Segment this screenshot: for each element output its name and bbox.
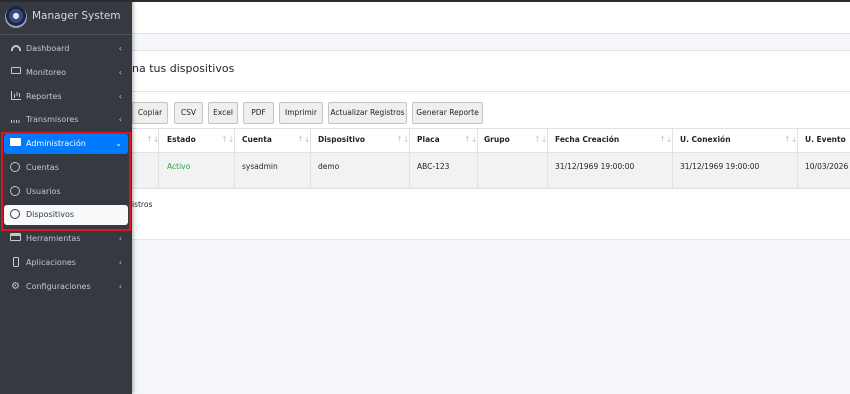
chevron-left-icon: ‹ (118, 234, 122, 243)
sidebar-item-label: Configuraciones (26, 282, 91, 291)
table-info: istros (132, 200, 153, 209)
main-content: na tus dispositivos Copiar CSV Excel PDF… (132, 2, 850, 394)
csv-button[interactable]: CSV (174, 102, 203, 124)
chevron-left-icon: ‹ (118, 92, 122, 101)
column-header-u-evento[interactable]: U. Evento (805, 135, 846, 144)
cell-u-conexion: 31/12/1969 19:00:00 (680, 162, 760, 171)
sort-icon[interactable]: ↑↓ (396, 135, 409, 144)
cell-u-evento: 10/03/2026 11 (805, 162, 850, 171)
column-header-u-conexion[interactable]: U. Conexión (680, 135, 731, 144)
excel-button[interactable]: Excel (208, 102, 238, 124)
circle-icon (10, 162, 20, 172)
column-header-placa[interactable]: Placa (417, 135, 440, 144)
sort-icon[interactable]: ↑↓ (659, 135, 672, 144)
cell-cuenta: sysadmin (242, 162, 278, 171)
copy-button[interactable]: Copiar (132, 102, 168, 124)
column-header-grupo[interactable]: Grupo (484, 135, 510, 144)
chevron-down-icon: ⌄ (115, 139, 122, 148)
logo-icon (5, 6, 27, 28)
sidebar-subitem-dispositivos[interactable]: Dispositivos (4, 205, 128, 225)
sidebar-subitem-cuentas[interactable]: Cuentas (4, 158, 128, 178)
generate-report-button[interactable]: Generar Reporte (412, 102, 483, 124)
chevron-left-icon: ‹ (118, 282, 122, 291)
sort-icon[interactable]: ↑↓ (146, 135, 159, 144)
sort-icon[interactable]: ↑↓ (784, 135, 797, 144)
sidebar-item-dashboard[interactable]: Dashboard ‹ (4, 39, 128, 59)
cell-fecha-creacion: 31/12/1969 19:00:00 (555, 162, 635, 171)
devices-card (132, 50, 850, 240)
column-header-cuenta[interactable]: Cuenta (242, 135, 272, 144)
desktop-icon (10, 67, 21, 78)
brand-link[interactable]: Manager System (0, 0, 132, 35)
sidebar-item-label: Reportes (26, 92, 62, 101)
top-navbar (132, 2, 850, 34)
brand-text: Manager System (32, 10, 121, 22)
status-badge: Activo (167, 162, 191, 171)
sidebar-item-label: Dashboard (26, 44, 70, 53)
sort-icon[interactable]: ↑↓ (221, 135, 234, 144)
sidebar-item-label: Usuarios (26, 187, 61, 196)
tachometer-icon (10, 43, 21, 54)
sidebar: Manager System Dashboard ‹ Monitoreo ‹ R… (0, 0, 132, 394)
sidebar-item-label: Cuentas (26, 163, 59, 172)
sidebar-item-label: Herramientas (26, 234, 81, 243)
table-top-border (132, 128, 850, 129)
sidebar-subitem-usuarios[interactable]: Usuarios (4, 182, 128, 202)
sidebar-item-administracion[interactable]: Administración ⌄ (4, 134, 128, 154)
column-header-dispositivo[interactable]: Dispositivo (318, 135, 365, 144)
bar-chart-icon (10, 91, 21, 102)
column-header-estado[interactable]: Estado (167, 135, 196, 144)
top-edge-line (0, 0, 850, 2)
sidebar-item-aplicaciones[interactable]: Aplicaciones ‹ (4, 253, 128, 273)
id-card-icon (10, 138, 21, 149)
sidebar-item-label: Transmisores (26, 115, 79, 124)
circle-icon (10, 209, 20, 219)
refresh-records-button[interactable]: Actualizar Registros (328, 102, 407, 124)
chevron-left-icon: ‹ (118, 68, 122, 77)
card-header-divider (132, 91, 850, 92)
sidebar-item-transmisores[interactable]: Transmisores ‹ (4, 110, 128, 130)
chevron-left-icon: ‹ (118, 258, 122, 267)
sort-icon[interactable]: ↑↓ (464, 135, 477, 144)
cell-placa: ABC-123 (417, 162, 450, 171)
card-title: na tus dispositivos (132, 62, 235, 75)
sidebar-item-configuraciones[interactable]: ⚙ Configuraciones ‹ (4, 277, 128, 297)
chevron-left-icon: ‹ (118, 44, 122, 53)
sidebar-item-reportes[interactable]: Reportes ‹ (4, 87, 128, 107)
column-header-fecha-creacion[interactable]: Fecha Creación (555, 135, 619, 144)
toolbox-icon (10, 233, 21, 244)
chevron-left-icon: ‹ (118, 115, 122, 124)
gear-icon: ⚙ (11, 281, 20, 292)
sidebar-item-monitoreo[interactable]: Monitoreo ‹ (4, 63, 128, 83)
sidebar-item-label: Administración (26, 139, 86, 148)
print-button[interactable]: Imprimir (279, 102, 323, 124)
sort-icon[interactable]: ↑↓ (534, 135, 547, 144)
sidebar-item-herramientas[interactable]: Herramientas ‹ (4, 229, 128, 249)
signal-icon (10, 114, 21, 125)
cell-dispositivo: demo (318, 162, 340, 171)
table-bottom-border (132, 188, 850, 189)
pdf-button[interactable]: PDF (243, 102, 274, 124)
mobile-icon (10, 257, 21, 268)
circle-icon (10, 186, 20, 196)
sort-icon[interactable]: ↑↓ (297, 135, 310, 144)
sidebar-item-label: Aplicaciones (26, 258, 76, 267)
sidebar-item-label: Monitoreo (26, 68, 67, 77)
sidebar-item-label: Dispositivos (26, 210, 75, 219)
